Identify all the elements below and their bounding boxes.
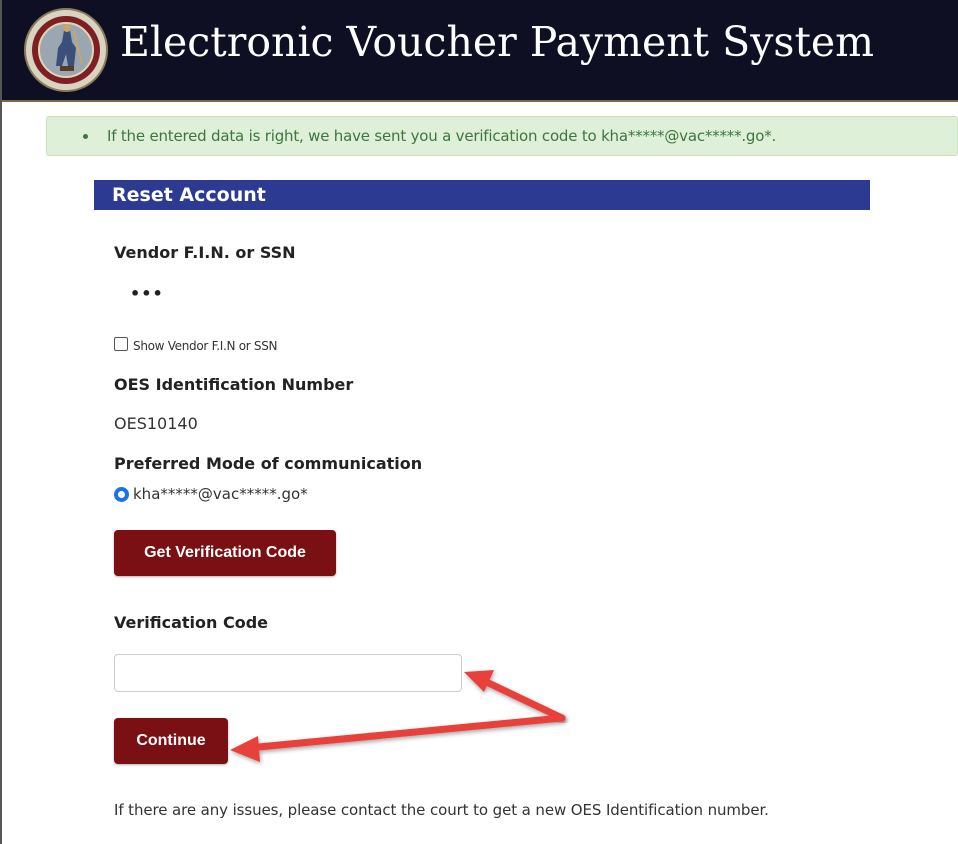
state-seal-logo [24, 8, 108, 92]
panel-title: Reset Account [112, 184, 266, 206]
get-verification-code-button[interactable]: Get Verification Code [114, 530, 336, 576]
success-alert: If the entered data is right, we have se… [46, 116, 958, 156]
verification-code-input[interactable] [114, 654, 462, 692]
panel-header: Reset Account [94, 180, 870, 210]
arrow-to-input [464, 670, 566, 722]
alert-message: If the entered data is right, we have se… [107, 127, 777, 145]
page: Electronic Voucher Payment System If the… [0, 0, 958, 844]
show-vendor-fin-label: Show Vendor F.I.N or SSN [133, 339, 278, 353]
bullet-icon [83, 134, 88, 139]
communication-mode-label: Preferred Mode of communication [114, 454, 423, 473]
email-radio[interactable] [114, 487, 129, 502]
help-note: If there are any issues, please contact … [114, 801, 769, 819]
arrow-to-continue [230, 714, 566, 762]
show-vendor-fin-checkbox[interactable] [114, 337, 128, 351]
oes-id-label: OES Identification Number [114, 375, 354, 394]
vendor-fin-masked-value: ••• [130, 284, 164, 303]
vendor-fin-label: Vendor F.I.N. or SSN [114, 243, 296, 262]
continue-button[interactable]: Continue [114, 718, 228, 764]
site-header: Electronic Voucher Payment System [2, 0, 958, 102]
verification-code-label: Verification Code [114, 613, 268, 632]
email-radio-label: kha*****@vac*****.go* [133, 485, 308, 503]
oes-id-value: OES10140 [114, 414, 198, 433]
site-title: Electronic Voucher Payment System [120, 18, 875, 66]
